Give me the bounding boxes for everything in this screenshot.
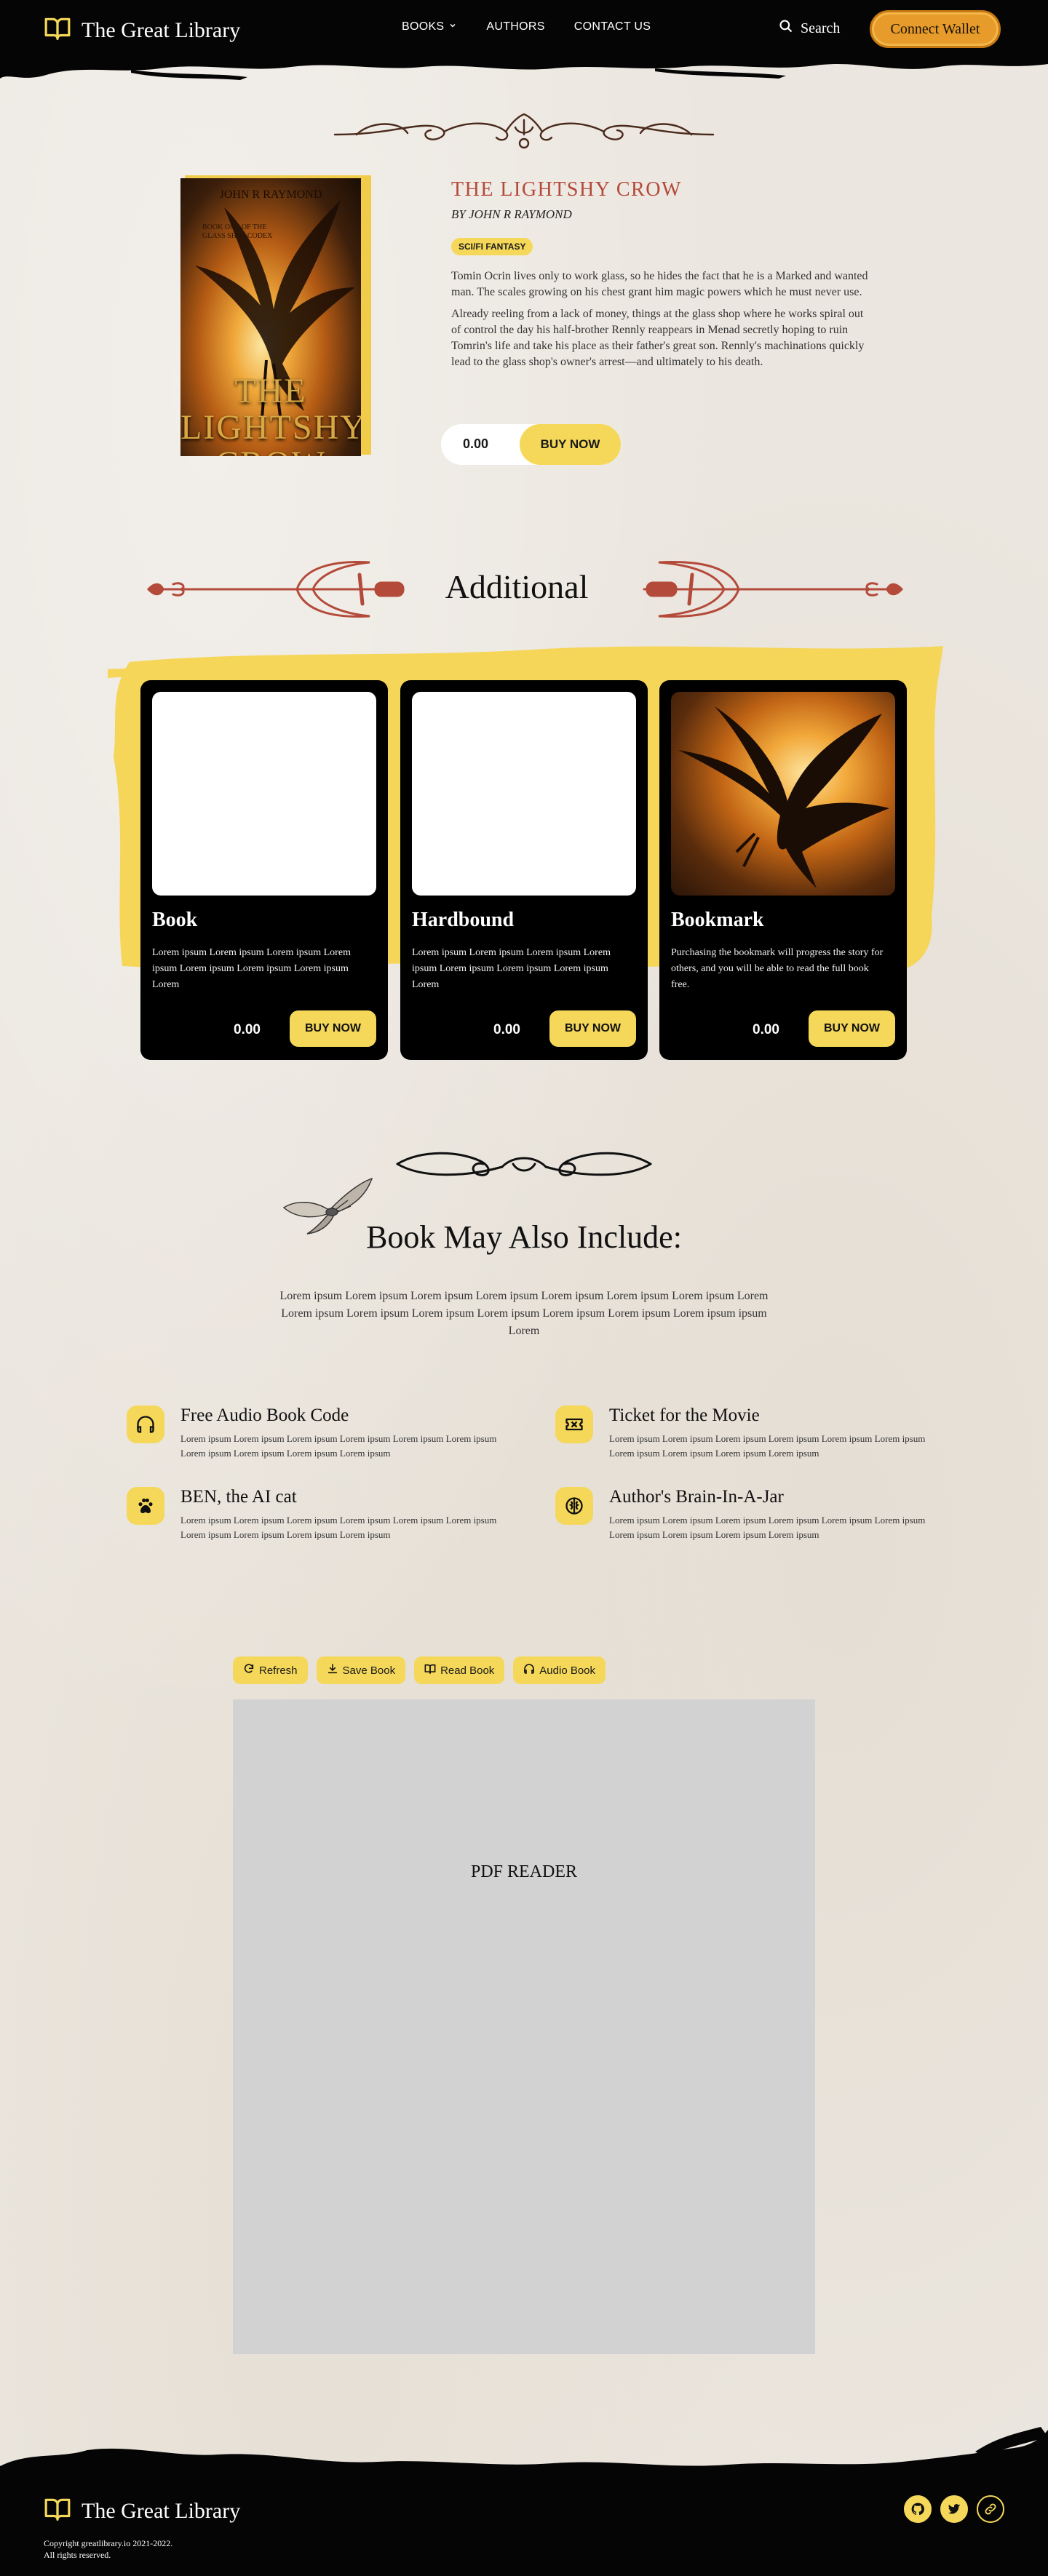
ticket-icon [555, 1405, 593, 1443]
nav-books-label: BOOKS [402, 20, 445, 33]
main-nav: BOOKS AUTHORS CONTACT US [402, 20, 651, 33]
nav-authors[interactable]: AUTHORS [486, 20, 544, 33]
book-logo-icon [44, 2495, 71, 2527]
copyright-line-2: All rights reserved. [44, 2550, 111, 2560]
crow-illustration [678, 706, 889, 888]
product-card-book: Book Lorem ipsum Lorem ipsum Lorem ipsum… [140, 680, 388, 1060]
product-price: 0.00 [493, 1022, 520, 1037]
search-label: Search [801, 20, 841, 36]
ornament-divider-middle [396, 1152, 652, 1176]
feature-title: Author's Brain-In-A-Jar [609, 1487, 784, 1507]
headphones-icon [523, 1663, 535, 1678]
audio-book-label: Audio Book [539, 1664, 596, 1677]
social-links [904, 2495, 1004, 2523]
chevron-down-icon [448, 20, 457, 33]
nav-books[interactable]: BOOKS [402, 20, 457, 33]
read-book-button[interactable]: Read Book [414, 1656, 505, 1684]
brand-name: The Great Library [82, 17, 241, 42]
product-name: Hardbound [412, 909, 515, 931]
cover-subtitle: BOOK ONE OF THE GLASS SHOP CODEX [202, 223, 273, 240]
book-logo-icon [44, 15, 71, 46]
ornament-divider-top [333, 113, 715, 149]
product-card-hardbound: Hardbound Lorem ipsum Lorem ipsum Lorem … [400, 680, 648, 1060]
feature-description: Lorem ipsum Lorem ipsum Lorem ipsum Lore… [180, 1433, 497, 1459]
footer-brand[interactable]: The Great Library [44, 2495, 240, 2527]
price-buy-group: 0.00 BUY NOW [441, 424, 621, 465]
refresh-icon [243, 1663, 255, 1678]
nav-contact[interactable]: CONTACT US [574, 20, 651, 33]
brush-stroke-top [0, 51, 1048, 80]
include-description: Lorem ipsum Lorem ipsum Lorem ipsum Lore… [279, 1290, 769, 1337]
link-icon[interactable] [977, 2495, 1004, 2523]
feature-title: BEN, the AI cat [180, 1487, 297, 1507]
feature-title: Ticket for the Movie [609, 1405, 760, 1425]
book-icon [424, 1663, 436, 1678]
paw-icon [127, 1487, 164, 1525]
product-description: Purchasing the bookmark will progress th… [671, 947, 884, 990]
description-paragraph-1: Tomin Ocrin lives only to work glass, so… [451, 270, 868, 298]
feature-description: Lorem ipsum Lorem ipsum Lorem ipsum Lore… [180, 1515, 497, 1540]
copyright-line-1: Copyright greatlibrary.io 2021-2022. [44, 2538, 173, 2548]
product-name: Book [152, 909, 198, 931]
additional-title: Additional [445, 568, 589, 605]
twitter-icon[interactable] [940, 2495, 968, 2523]
book-author: BY JOHN R RAYMOND [451, 207, 572, 221]
buy-now-button[interactable]: BUY NOW [520, 424, 621, 465]
feature-title: Free Audio Book Code [180, 1405, 349, 1425]
book-price: 0.00 [463, 436, 489, 451]
product-image [152, 692, 376, 896]
cover-title: THE LIGHTSHY CROW [180, 372, 361, 457]
product-price: 0.00 [753, 1022, 779, 1037]
search-button[interactable]: Search [779, 19, 840, 38]
save-book-label: Save Book [342, 1664, 396, 1677]
refresh-button[interactable]: Refresh [233, 1656, 308, 1684]
pdf-reader-label: PDF READER [470, 1862, 578, 1881]
product-buy-button[interactable]: BUY NOW [290, 1010, 376, 1047]
site-footer: The Great Library Copyright greatlibrary… [0, 2473, 1048, 2576]
product-description: Lorem ipsum Lorem ipsum Lorem ipsum Lore… [412, 947, 611, 990]
product-name: Bookmark [671, 909, 764, 931]
read-book-label: Read Book [440, 1664, 495, 1677]
product-image [412, 692, 636, 896]
copyright: Copyright greatlibrary.io 2021-2022. All… [44, 2537, 172, 2561]
product-price: 0.00 [234, 1022, 261, 1037]
headphones-icon [127, 1405, 164, 1443]
include-title: Book May Also Include: [366, 1219, 682, 1255]
footer-brand-name: The Great Library [82, 2498, 241, 2523]
book-info: THE LIGHTSHY CROW BY JOHN R RAYMOND SCI/… [451, 178, 873, 370]
product-card-bookmark: Bookmark Purchasing the bookmark will pr… [659, 680, 907, 1060]
feature-brain-jar: Author's Brain-In-A-Jar Lorem ipsum Lore… [555, 1487, 963, 1540]
sword-ornament-left [146, 561, 405, 618]
github-icon[interactable] [904, 2495, 932, 2523]
refresh-label: Refresh [259, 1664, 298, 1677]
brain-icon [555, 1487, 593, 1525]
download-icon [327, 1663, 338, 1678]
save-book-button[interactable]: Save Book [316, 1656, 406, 1684]
brand[interactable]: The Great Library [44, 15, 240, 46]
feature-audio-book: Free Audio Book Code Lorem ipsum Lorem i… [127, 1405, 534, 1459]
feature-description: Lorem ipsum Lorem ipsum Lorem ipsum Lore… [609, 1515, 926, 1540]
pdf-reader[interactable]: PDF READER [233, 1699, 815, 2354]
cover-author: JOHN R RAYMOND [219, 188, 322, 201]
reader-toolbar: Refresh Save Book Read Book Audio Book [233, 1656, 606, 1684]
product-buy-button[interactable]: BUY NOW [809, 1010, 895, 1047]
product-buy-button[interactable]: BUY NOW [549, 1010, 636, 1047]
product-description: Lorem ipsum Lorem ipsum Lorem ipsum Lore… [152, 947, 351, 990]
cover-art: JOHN R RAYMOND BOOK ONE OF THE GLASS SHO… [180, 178, 361, 456]
book-title: THE LIGHTSHY CROW [451, 178, 682, 201]
feature-ai-cat: BEN, the AI cat Lorem ipsum Lorem ipsum … [127, 1487, 534, 1540]
book-cover: JOHN R RAYMOND BOOK ONE OF THE GLASS SHO… [180, 175, 371, 458]
genre-badge: SCI/FI FANTASY [451, 238, 533, 255]
feature-movie-ticket: Ticket for the Movie Lorem ipsum Lorem i… [555, 1405, 963, 1459]
book-description: Tomin Ocrin lives only to work glass, so… [451, 268, 873, 370]
product-image [671, 692, 895, 896]
sword-ornament-right [643, 561, 904, 618]
description-paragraph-2: Already reeling from a lack of money, th… [451, 308, 865, 368]
search-icon [779, 19, 793, 38]
audio-book-button[interactable]: Audio Book [513, 1656, 606, 1684]
feature-description: Lorem ipsum Lorem ipsum Lorem ipsum Lore… [609, 1433, 926, 1459]
connect-wallet-button[interactable]: Connect Wallet [870, 10, 1001, 48]
site-header: The Great Library BOOKS AUTHORS CONTACT … [0, 0, 1048, 58]
